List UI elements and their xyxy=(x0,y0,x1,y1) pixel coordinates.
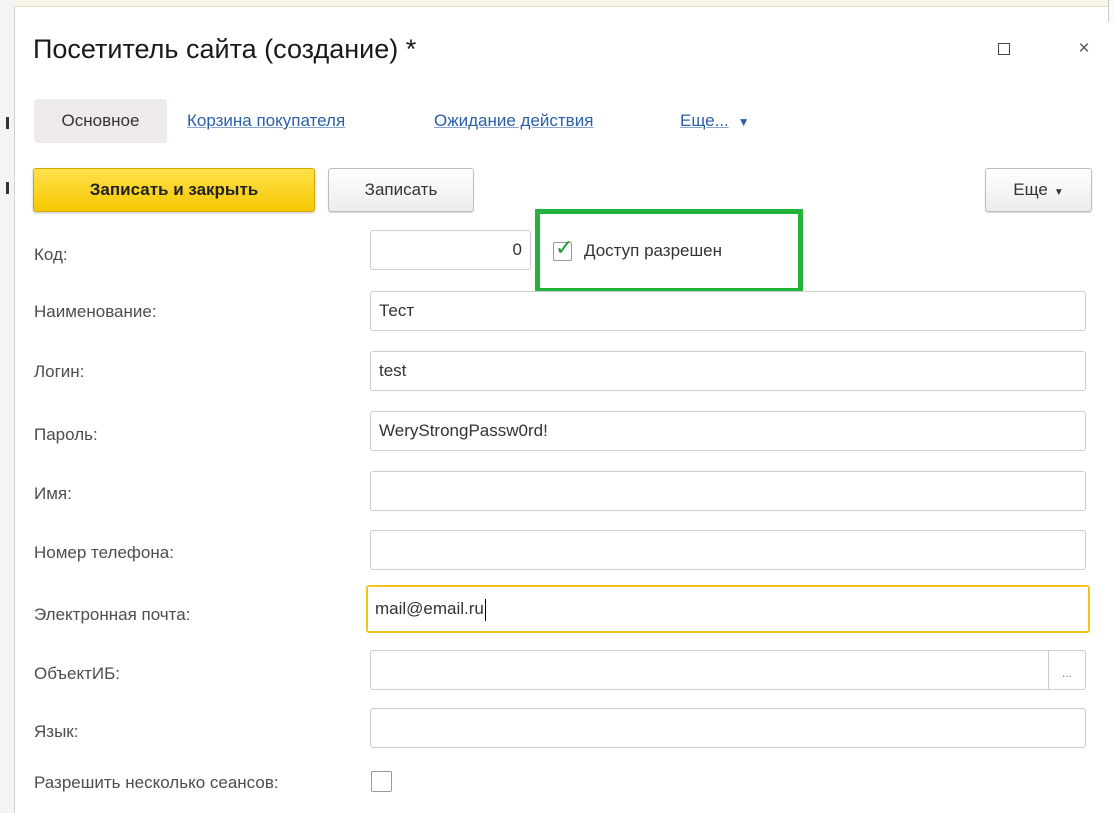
email-field[interactable]: mail@email.ru xyxy=(366,585,1090,633)
window-title: Посетитель сайта (создание) * xyxy=(33,34,417,64)
tab-more-label: Еще... xyxy=(680,111,729,130)
checkmark-icon: ✓ xyxy=(555,235,574,260)
save-and-close-button[interactable]: Записать и закрыть xyxy=(33,168,315,212)
background-window-top xyxy=(14,0,1115,7)
save-button[interactable]: Записать xyxy=(328,168,474,212)
chevron-down-icon: ▼ xyxy=(1053,187,1064,198)
password-field[interactable]: WeryStrongPassw0rd! xyxy=(370,411,1086,451)
ib-object-select-button[interactable]: ... xyxy=(1048,651,1085,689)
login-label: Логин: xyxy=(34,362,85,381)
text-cursor xyxy=(484,598,486,621)
login-field[interactable]: test xyxy=(370,351,1086,391)
language-label: Язык: xyxy=(34,722,79,741)
name-field[interactable]: Тест xyxy=(370,291,1086,331)
language-field[interactable] xyxy=(370,708,1086,748)
access-allowed-checkbox[interactable]: ✓ xyxy=(553,237,573,261)
maximize-button[interactable] xyxy=(993,38,1015,60)
multi-session-checkbox[interactable] xyxy=(371,771,392,792)
email-value: mail@email.ru xyxy=(375,599,484,618)
more-actions-button[interactable]: Еще ▼ xyxy=(985,168,1092,212)
triangle-down-icon: ▼ xyxy=(737,115,750,129)
tab-more[interactable]: Еще... ▼ xyxy=(680,99,750,143)
background-window-corner xyxy=(1108,0,1115,22)
password-label: Пароль: xyxy=(34,425,98,444)
background-window-marker xyxy=(6,117,9,129)
ib-object-field[interactable]: ... xyxy=(370,650,1086,690)
tab-main[interactable]: Основное xyxy=(34,99,167,143)
name-label: Наименование: xyxy=(34,302,157,321)
access-allowed-label[interactable]: Доступ разрешен xyxy=(584,241,722,261)
first-name-label: Имя: xyxy=(34,484,72,503)
close-icon: × xyxy=(1078,38,1090,59)
code-field[interactable]: 0 xyxy=(370,230,531,270)
phone-label: Номер телефона: xyxy=(34,543,174,562)
phone-field[interactable] xyxy=(370,530,1086,570)
code-label: Код: xyxy=(34,245,68,264)
first-name-field[interactable] xyxy=(370,471,1086,511)
email-label: Электронная почта: xyxy=(34,605,191,624)
maximize-icon xyxy=(998,43,1010,55)
tab-awaiting-action[interactable]: Ожидание действия xyxy=(434,99,593,143)
close-button[interactable]: × xyxy=(1073,38,1095,60)
background-window-edge xyxy=(0,0,15,813)
background-window-marker xyxy=(6,182,9,194)
multi-session-label: Разрешить несколько сеансов: xyxy=(34,773,279,792)
more-actions-label: Еще xyxy=(1013,180,1048,199)
ib-object-label: ОбъектИБ: xyxy=(34,664,120,683)
tab-shopping-cart[interactable]: Корзина покупателя xyxy=(187,99,345,143)
